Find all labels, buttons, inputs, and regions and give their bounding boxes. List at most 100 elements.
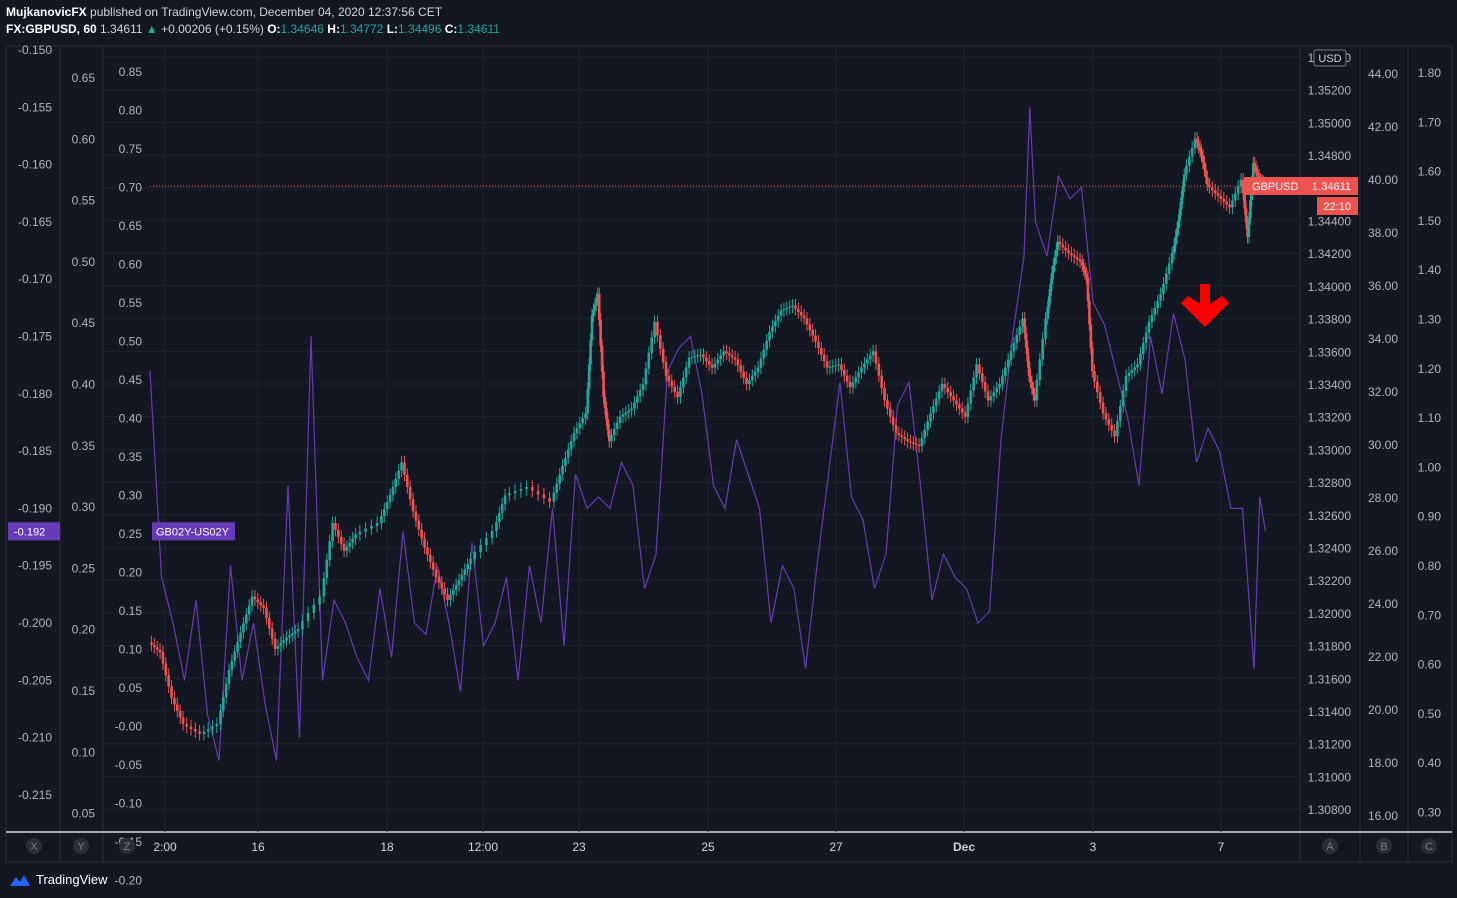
candle-body <box>728 353 731 356</box>
axis-a-tick: 32.00 <box>1368 385 1398 399</box>
candle-body <box>693 356 697 358</box>
candle-body <box>627 410 630 413</box>
candle-body <box>1236 186 1240 194</box>
candle-body <box>667 375 671 382</box>
candle-body <box>426 547 429 555</box>
candle-body <box>1015 334 1019 344</box>
candle-body <box>1200 151 1203 156</box>
candle-body <box>587 364 591 389</box>
candle-body <box>247 605 251 615</box>
axis-z-tick: 0.85 <box>119 65 143 79</box>
candle-body <box>318 596 321 605</box>
axis-b-tick: 0.60 <box>1418 658 1442 672</box>
candle-body <box>590 315 594 340</box>
candle-body <box>1018 326 1021 335</box>
candle-body <box>906 439 909 442</box>
axis-z-tick: 0.25 <box>119 527 143 541</box>
candle-body <box>978 364 981 374</box>
time-axis-tick: 12:00 <box>468 840 498 854</box>
axis-a-tick: 30.00 <box>1368 438 1398 452</box>
candle-body <box>1038 359 1042 380</box>
candle-body <box>822 354 826 362</box>
candle-body <box>1213 190 1217 194</box>
axis-z-tick: 0.20 <box>119 566 143 580</box>
chart-frame <box>5 45 1453 863</box>
candle-body <box>753 371 757 376</box>
axis-x-tick: -0.155 <box>18 100 52 114</box>
time-axis-tick: 18 <box>380 840 394 854</box>
price-axis-tick: 1.34400 <box>1308 215 1352 229</box>
axis-b-tick: 1.40 <box>1418 263 1442 277</box>
candle-body <box>466 564 469 570</box>
axis-x-tick: -0.200 <box>18 616 52 630</box>
axis-z-tick: 0.10 <box>119 643 143 657</box>
candle-body <box>508 493 511 496</box>
candle-body <box>586 388 590 414</box>
candle-body <box>871 351 875 356</box>
candle-body <box>644 368 648 384</box>
axis-a-tick: 36.00 <box>1368 279 1398 293</box>
tradingview-logo[interactable]: TradingView <box>8 872 108 887</box>
candle-body <box>633 402 636 409</box>
candle-body <box>1150 314 1154 322</box>
candle-body <box>986 391 990 401</box>
candle-body <box>230 660 234 671</box>
candle-body <box>408 487 412 500</box>
candle-body <box>1244 208 1248 223</box>
chart-canvas[interactable]: 1.354001.352001.350001.348001.346001.344… <box>0 0 1457 898</box>
candle-body <box>843 370 846 376</box>
candle-body <box>745 377 748 384</box>
candle-body <box>638 390 642 397</box>
axis-letter: B <box>1380 841 1387 853</box>
axis-b-tick: 0.70 <box>1418 608 1442 622</box>
candle-body <box>437 576 441 583</box>
candle-body <box>1139 353 1142 365</box>
candle-body <box>900 435 904 438</box>
candle-body <box>739 365 743 372</box>
candle-body <box>1165 273 1168 284</box>
candle-body <box>995 388 998 393</box>
axis-b-tick: 0.50 <box>1418 707 1442 721</box>
candle-body <box>854 377 858 383</box>
candle-body <box>1198 146 1202 152</box>
candle-body <box>222 697 225 711</box>
candle-body <box>1174 236 1177 246</box>
candle-body <box>153 644 156 648</box>
candle-body <box>342 543 346 551</box>
candle-body <box>831 366 835 368</box>
candle-body <box>328 541 331 560</box>
candle-body <box>457 580 461 586</box>
candle-body <box>1177 220 1180 229</box>
candle-body <box>403 462 406 475</box>
candle-body <box>1047 295 1051 308</box>
candle-body <box>1136 364 1139 368</box>
candle-body <box>198 731 201 734</box>
candle-body <box>1253 163 1257 168</box>
candle-body <box>440 582 444 589</box>
price-axis-tick: 1.32600 <box>1308 509 1352 523</box>
candle-body <box>1231 200 1234 208</box>
axis-b-tick: 0.80 <box>1418 559 1442 573</box>
candle-body <box>385 502 389 510</box>
candle-body <box>490 531 494 539</box>
candle-body <box>600 345 604 372</box>
candle-body <box>1121 390 1125 407</box>
candle-body <box>880 375 883 389</box>
candle-body <box>312 604 316 613</box>
candle-body <box>656 321 659 336</box>
candle-body <box>348 542 352 547</box>
candle-body <box>164 663 168 676</box>
candle-body <box>388 495 392 503</box>
candle-body <box>1127 372 1131 376</box>
candle-body <box>1243 193 1246 209</box>
candle-body <box>641 384 645 391</box>
candle-body <box>253 596 257 600</box>
candle-body <box>733 357 737 360</box>
down-arrow-icon <box>1181 284 1229 327</box>
candle-body <box>206 728 210 732</box>
candle-body <box>659 335 662 349</box>
candle-body <box>593 304 597 311</box>
candle-body <box>519 489 523 492</box>
candle-body <box>599 319 602 346</box>
candle-body <box>595 299 598 305</box>
